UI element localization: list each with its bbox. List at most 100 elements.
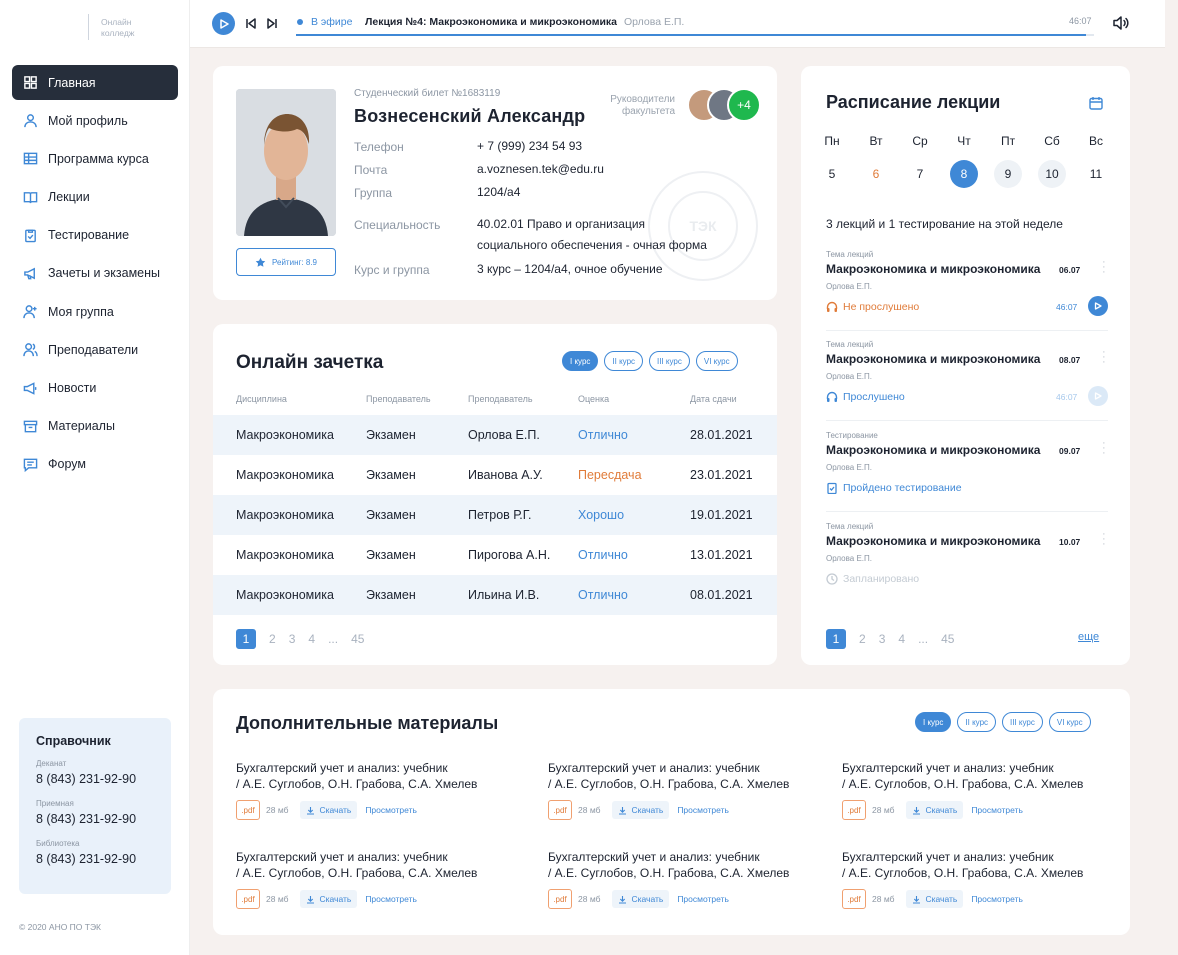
faculty-heads-avatars[interactable]: +4 [687, 88, 761, 122]
course-pill[interactable]: I курс [562, 351, 599, 371]
table-row[interactable]: Макроэкономика Экзамен Пирогова А.Н. Отличн… [213, 535, 777, 575]
view-button[interactable]: Просмотреть [971, 805, 1023, 815]
material-item[interactable]: Бухгалтерский учет и анализ: учебник / А.… [236, 849, 516, 909]
cell-type: Экзамен [366, 508, 416, 522]
reference-phone[interactable]: 8 (843) 231-92-90 [36, 812, 171, 826]
download-button[interactable]: Скачать [612, 801, 670, 819]
weekday-label: Пт [1000, 134, 1016, 148]
page-button[interactable]: 45 [351, 632, 364, 646]
next-button[interactable] [267, 18, 278, 29]
page-button[interactable]: 45 [941, 632, 954, 646]
table-row[interactable]: Макроэкономика Экзамен Петров Р.Г. Хорошо 19… [213, 495, 777, 535]
table-row[interactable]: Макроэкономика Экзамен Ильина И.В. Отлично 0… [213, 575, 777, 615]
material-meta: .pdf 28 мб Скачать Просмотреть [236, 889, 516, 909]
volume-button[interactable] [1112, 14, 1130, 37]
sidebar-item-materials[interactable]: Материалы [12, 409, 178, 444]
previous-button[interactable] [245, 18, 256, 29]
progress-bar[interactable] [296, 34, 1094, 36]
calendar-date[interactable]: 5 [818, 160, 846, 188]
weekday-label: Ср [912, 134, 928, 148]
page-button[interactable]: 3 [289, 632, 296, 646]
more-options-icon[interactable]: · · · [1102, 529, 1106, 550]
download-button[interactable]: Скачать [612, 890, 670, 908]
column-header[interactable]: Преподаватель [366, 394, 431, 404]
file-size: 28 мб [872, 894, 895, 904]
column-header[interactable]: Дата сдачи [690, 394, 737, 404]
table-row[interactable]: Макроэкономика Экзамен Иванова А.У. Пересда… [213, 455, 777, 495]
material-item[interactable]: Бухгалтерский учет и анализ: учебник / А.… [548, 849, 828, 909]
download-button[interactable]: Скачать [300, 801, 358, 819]
download-button[interactable]: Скачать [300, 890, 358, 908]
field-value[interactable]: a.voznesen.tek@edu.ru [477, 159, 604, 180]
calendar-date[interactable]: 7 [906, 160, 934, 188]
course-pill[interactable]: II курс [604, 351, 644, 371]
more-link[interactable]: еще [1078, 631, 1099, 643]
sidebar-item-profile[interactable]: Мой профиль [12, 103, 178, 138]
material-title-line: / А.Е. Суглобов, О.Н. Грабова, С.А. Хмел… [548, 777, 790, 791]
reference-phone[interactable]: 8 (843) 231-92-90 [36, 772, 171, 786]
download-label: Скачать [631, 805, 664, 815]
course-pill[interactable]: III курс [1002, 712, 1043, 732]
sidebar-item-teachers[interactable]: Преподаватели [12, 332, 178, 367]
logo[interactable]: Онлайн колледж [88, 14, 134, 40]
page-button[interactable]: 4 [308, 632, 315, 646]
sidebar-item-program[interactable]: Программа курса [12, 141, 178, 176]
view-button[interactable]: Просмотреть [971, 894, 1023, 904]
sidebar-item-lectures[interactable]: Лекции [12, 180, 178, 215]
sidebar-item-group[interactable]: Моя группа [12, 294, 178, 329]
rating-button[interactable]: Рейтинг: 8.9 [236, 248, 336, 276]
material-meta: .pdf 28 мб Скачать Просмотреть [842, 800, 1122, 820]
more-options-icon[interactable]: · · · [1102, 438, 1106, 459]
sidebar-item-home[interactable]: Главная [12, 65, 178, 100]
pagination: 1 2 3 4 ... 45 [236, 629, 377, 649]
calendar-date[interactable]: 11 [1082, 160, 1110, 188]
reference-phone[interactable]: 8 (843) 231-92-90 [36, 852, 171, 866]
lecture-play-button[interactable] [1088, 386, 1108, 406]
more-options-icon[interactable]: · · · [1102, 347, 1106, 368]
course-pill[interactable]: VI курс [1048, 712, 1091, 732]
lecture-item[interactable]: Тема лекций Макроэкономика и микроэконом… [826, 340, 1108, 430]
material-item[interactable]: Бухгалтерский учет и анализ: учебник / А.… [548, 760, 828, 820]
page-button[interactable]: 4 [898, 632, 905, 646]
more-options-icon[interactable]: · · · [1102, 257, 1106, 278]
calendar-button[interactable] [1089, 96, 1103, 115]
sidebar-item-label: Преподаватели [48, 342, 139, 357]
calendar-date[interactable]: 6 [862, 160, 890, 188]
column-header[interactable]: Оценка [578, 394, 609, 404]
sidebar-item-exams[interactable]: Зачеты и экзамены [12, 256, 178, 291]
view-button[interactable]: Просмотреть [677, 805, 729, 815]
lecture-item[interactable]: Тестирование Макроэкономика и микроэконо… [826, 431, 1108, 521]
more-avatars-badge[interactable]: +4 [727, 88, 761, 122]
material-item[interactable]: Бухгалтерский учет и анализ: учебник / А.… [236, 760, 516, 820]
sidebar-item-news[interactable]: Новости [12, 371, 178, 406]
calendar-date[interactable]: 10 [1038, 160, 1066, 188]
page-button[interactable]: 1 [826, 629, 846, 649]
page-button[interactable]: 2 [859, 632, 866, 646]
page-button[interactable]: 1 [236, 629, 256, 649]
view-button[interactable]: Просмотреть [365, 805, 417, 815]
page-button[interactable]: 2 [269, 632, 276, 646]
course-pill[interactable]: I курс [915, 712, 952, 732]
download-button[interactable]: Скачать [906, 801, 964, 819]
course-pill[interactable]: II курс [957, 712, 997, 732]
calendar-date-selected[interactable]: 8 [950, 160, 978, 188]
view-button[interactable]: Просмотреть [677, 894, 729, 904]
column-header[interactable]: Преподаватель [468, 394, 533, 404]
lecture-play-button[interactable] [1088, 296, 1108, 316]
lecture-item[interactable]: Тема лекций Макроэкономика и микроэконом… [826, 250, 1108, 340]
page-button[interactable]: 3 [879, 632, 886, 646]
download-button[interactable]: Скачать [906, 890, 964, 908]
material-item[interactable]: Бухгалтерский учет и анализ: учебник / А.… [842, 760, 1122, 820]
view-button[interactable]: Просмотреть [365, 894, 417, 904]
calendar-date[interactable]: 9 [994, 160, 1022, 188]
sidebar-item-forum[interactable]: Форум [12, 447, 178, 482]
field-value: социального обеспечения - очная форма [477, 238, 707, 252]
column-header[interactable]: Дисциплина [236, 394, 287, 404]
course-pill[interactable]: VI курс [695, 351, 738, 371]
sidebar-item-testing[interactable]: Тестирование [12, 218, 178, 253]
lecture-item[interactable]: Тема лекций Макроэкономика и микроэконом… [826, 522, 1108, 612]
course-pill[interactable]: III курс [649, 351, 690, 371]
material-item[interactable]: Бухгалтерский учет и анализ: учебник / А.… [842, 849, 1122, 909]
table-row[interactable]: Макроэкономика Экзамен Орлова Е.П. Отлично 2… [213, 415, 777, 455]
play-button[interactable] [212, 12, 235, 35]
